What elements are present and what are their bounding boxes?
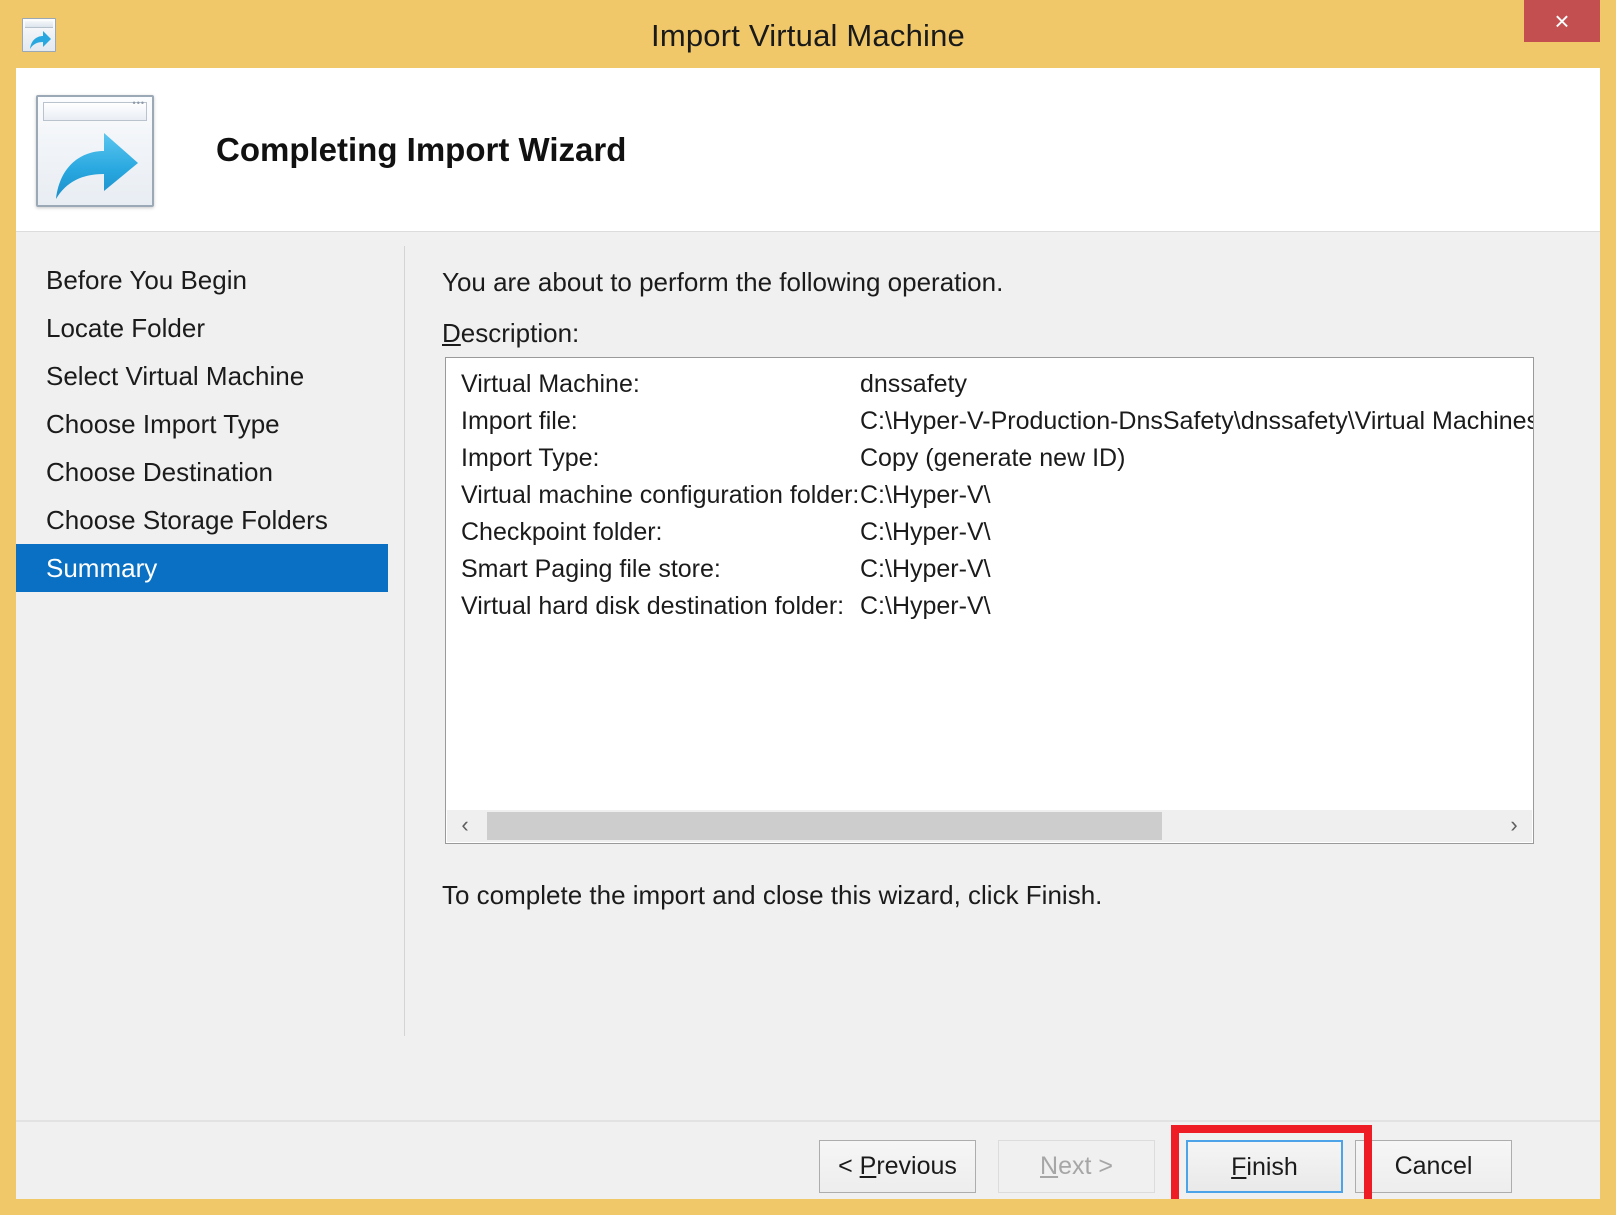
summary-row: Import file: C:\Hyper-V-Production-DnsSa… xyxy=(446,403,1533,440)
icon-arrow-glyph xyxy=(56,133,138,199)
wizard-header: ••• Completing Import Wizard xyxy=(16,68,1600,232)
description-label: Description: xyxy=(442,318,580,348)
summary-row-value: C:\Hyper-V\ xyxy=(860,555,991,583)
sidebar-item-summary[interactable]: Summary xyxy=(16,544,388,592)
scroll-left-icon[interactable]: ‹ xyxy=(449,810,481,842)
summary-row: Virtual Machine: dnssafety xyxy=(446,366,1533,403)
footnote-text: To complete the import and close this wi… xyxy=(442,880,1103,910)
summary-row-value: Copy (generate new ID) xyxy=(860,444,1126,472)
sidebar-item-choose-destination[interactable]: Choose Destination xyxy=(16,448,388,496)
dialog-body: Before You Begin Locate Folder Select Vi… xyxy=(16,232,1600,1120)
summary-row-label: Import Type: xyxy=(461,444,600,472)
summary-row: Import Type: Copy (generate new ID) xyxy=(446,440,1533,477)
wizard-arrow-icon: ••• xyxy=(36,95,154,207)
sidebar-item-before-you-begin[interactable]: Before You Begin xyxy=(16,256,388,304)
summary-row-label: Virtual hard disk destination folder: xyxy=(461,592,845,620)
close-icon[interactable]: × xyxy=(1524,0,1600,42)
summary-row-label: Virtual machine configuration folder: xyxy=(461,481,860,509)
previous-button[interactable]: < Previous xyxy=(819,1140,976,1193)
summary-row-value: dnssafety xyxy=(860,370,968,398)
sidebar-item-locate-folder[interactable]: Locate Folder xyxy=(16,304,388,352)
summary-row-value: C:\Hyper-V\ xyxy=(860,518,991,546)
scrollbar-thumb[interactable] xyxy=(487,812,1162,840)
summary-row: Virtual machine configuration folder: C:… xyxy=(446,477,1533,514)
sidebar-item-choose-storage-folders[interactable]: Choose Storage Folders xyxy=(16,496,388,544)
summary-listbox[interactable]: Virtual Machine: dnssafety Import file: … xyxy=(445,357,1534,844)
summary-row: Virtual hard disk destination folder: C:… xyxy=(446,588,1533,625)
scroll-right-icon[interactable]: › xyxy=(1498,810,1530,842)
summary-row-label: Smart Paging file store: xyxy=(461,555,721,583)
page-title: Completing Import Wizard xyxy=(216,131,627,168)
sidebar-divider xyxy=(404,246,405,1036)
summary-row-value: C:\Hyper-V\ xyxy=(860,592,991,620)
summary-row-value: C:\Hyper-V-Production-DnsSafety\dnssafet… xyxy=(860,407,1534,435)
summary-row-label: Import file: xyxy=(461,407,578,435)
wizard-steps-sidebar: Before You Begin Locate Folder Select Vi… xyxy=(16,232,404,1120)
import-virtual-machine-window: Import Virtual Machine × ••• Completing … xyxy=(0,0,1616,1215)
dialog-client-area: ••• Completing Import Wizard Before You … xyxy=(16,68,1600,1199)
title-bar: Import Virtual Machine × xyxy=(0,0,1616,72)
summary-row-label: Checkpoint folder: xyxy=(461,518,663,546)
horizontal-scrollbar[interactable]: ‹ › xyxy=(447,810,1532,842)
sidebar-item-choose-import-type[interactable]: Choose Import Type xyxy=(16,400,388,448)
finish-button[interactable]: Finish xyxy=(1186,1140,1343,1193)
intro-text: You are about to perform the following o… xyxy=(442,267,1004,297)
icon-window-dots: ••• xyxy=(132,98,145,108)
icon-title-strip xyxy=(43,102,147,121)
summary-row-label: Virtual Machine: xyxy=(461,370,640,398)
cancel-button[interactable]: Cancel xyxy=(1355,1140,1512,1193)
summary-row: Checkpoint folder: C:\Hyper-V\ xyxy=(446,514,1533,551)
summary-row: Smart Paging file store: C:\Hyper-V\ xyxy=(446,551,1533,588)
summary-row-value: C:\Hyper-V\ xyxy=(860,481,991,509)
window-title: Import Virtual Machine xyxy=(651,18,965,53)
dialog-footer: < Previous Next > Finish Cancel xyxy=(16,1120,1600,1199)
next-button: Next > xyxy=(998,1140,1155,1193)
summary-pane: You are about to perform the following o… xyxy=(428,232,1600,1120)
sidebar-item-select-virtual-machine[interactable]: Select Virtual Machine xyxy=(16,352,388,400)
